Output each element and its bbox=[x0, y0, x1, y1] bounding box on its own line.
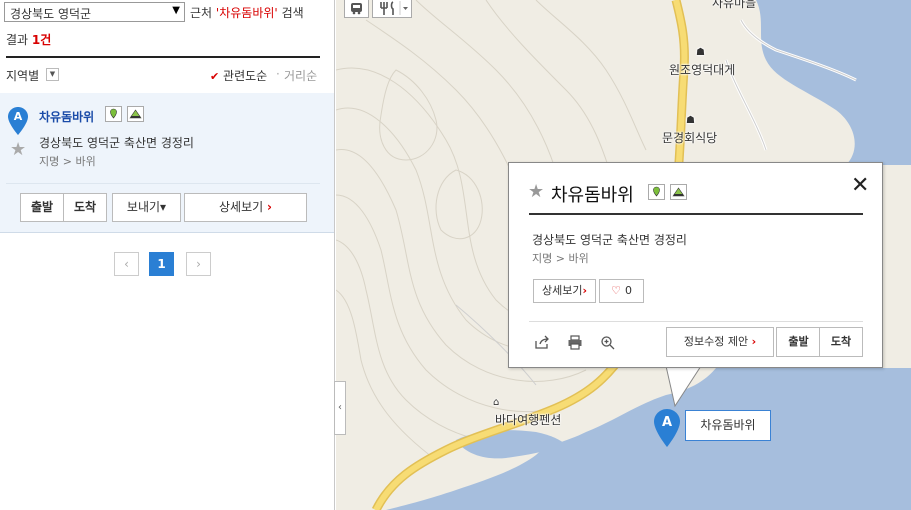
popup-badges bbox=[648, 184, 688, 200]
pin-letter: A bbox=[662, 415, 672, 430]
region-select-value: 경상북도 영덕군 bbox=[10, 7, 92, 21]
detail-button[interactable]: 상세보기 › bbox=[184, 193, 307, 222]
collapse-sidebar-button[interactable]: ‹ bbox=[334, 381, 346, 435]
popup-detail-label: 상세보기 bbox=[541, 284, 583, 297]
result-address: 경상북도 영덕군 축산면 경정리 bbox=[39, 136, 194, 150]
divider bbox=[6, 56, 320, 58]
chevron-right-icon: › bbox=[751, 335, 757, 348]
suggest-edit-button[interactable]: 정보수정 제안 › bbox=[666, 327, 774, 357]
popup-detail-button[interactable]: 상세보기› bbox=[533, 279, 596, 303]
send-button-label: 보내기 bbox=[126, 200, 161, 214]
zoom-in-icon[interactable] bbox=[599, 335, 617, 351]
next-page-button[interactable]: › bbox=[186, 252, 211, 276]
rock-badge-icon bbox=[126, 106, 144, 122]
check-icon: ✔ bbox=[210, 70, 220, 83]
popup-category: 지명 > 바위 bbox=[532, 252, 589, 265]
heart-icon: ♡ bbox=[611, 284, 621, 297]
result-item[interactable]: A ★ 차유돔바위 경상북도 영덕군 축산면 경정리 지명 > 바위 출발 도착… bbox=[0, 93, 334, 233]
chevron-right-icon: › bbox=[582, 284, 588, 297]
location-badge-icon bbox=[105, 106, 122, 122]
prev-page-button[interactable]: ‹ bbox=[114, 252, 139, 276]
place-info-popup: ★ 차유돔바위 ✕ 경상북도 영덕군 축산면 경정리 지명 > 바위 상세보기›… bbox=[508, 162, 883, 368]
share-icon[interactable] bbox=[533, 335, 551, 351]
marker-letter: A bbox=[14, 110, 23, 123]
region-select[interactable]: 경상북도 영덕군 ▼ bbox=[4, 2, 185, 22]
region-filter-label[interactable]: 지역별 bbox=[6, 67, 39, 84]
map-label-village: 사유마을 bbox=[712, 0, 757, 10]
chevron-left-icon: ‹ bbox=[338, 402, 342, 413]
map-pin-a-icon[interactable]: A bbox=[654, 409, 680, 447]
dropdown-icon bbox=[403, 7, 408, 10]
result-label: 결과 bbox=[6, 33, 29, 47]
start-button[interactable]: 출발 bbox=[20, 193, 64, 222]
restaurant-filter-button[interactable] bbox=[372, 0, 412, 18]
favorite-star-icon[interactable]: ★ bbox=[10, 139, 26, 160]
result-category: 지명 > 바위 bbox=[39, 155, 96, 168]
select-arrow-icon: ▼ bbox=[172, 5, 180, 16]
result-count-line: 결과 1건 bbox=[6, 31, 51, 48]
bus-filter-button[interactable] bbox=[344, 0, 369, 18]
marker-a-icon: A bbox=[8, 107, 28, 135]
restaurant-icon bbox=[380, 1, 408, 15]
popup-tail bbox=[665, 366, 702, 408]
search-keyword: '차유돔바위' bbox=[215, 6, 278, 20]
filter-bar: 지역별 ▼ ✔ 관련도순 · 거리순 bbox=[6, 67, 320, 85]
like-count: 0 bbox=[624, 284, 632, 297]
close-icon[interactable]: ✕ bbox=[851, 175, 869, 197]
print-icon[interactable] bbox=[566, 335, 584, 351]
sort-relevance[interactable]: ✔ 관련도순 bbox=[210, 67, 267, 84]
chevron-right-icon: › bbox=[267, 200, 272, 214]
restaurant-icon: ☗ bbox=[686, 115, 695, 126]
search-summary: 근처 '차유돔바위' 검색 bbox=[190, 4, 304, 21]
rock-badge-icon bbox=[669, 184, 687, 200]
popup-start-button[interactable]: 출발 bbox=[776, 327, 821, 357]
popup-address: 경상북도 영덕군 축산면 경정리 bbox=[532, 233, 687, 247]
result-badges bbox=[105, 106, 145, 122]
pin-label[interactable]: 차유돔바위 bbox=[685, 410, 771, 441]
sort-relevance-label: 관련도순 bbox=[223, 69, 268, 83]
result-title[interactable]: 차유돔바위 bbox=[39, 108, 94, 125]
lodging-icon: ⌂ bbox=[493, 397, 500, 408]
search-sidebar: 경상북도 영덕군 ▼ 근처 '차유돔바위' 검색 결과 1건 지역별 ▼ ✔ 관… bbox=[0, 0, 335, 510]
suggest-edit-label: 정보수정 제안 bbox=[683, 335, 749, 348]
arrival-button[interactable]: 도착 bbox=[63, 193, 107, 222]
bus-icon bbox=[351, 3, 362, 15]
sort-separator: · bbox=[276, 67, 280, 81]
like-button[interactable]: ♡ 0 bbox=[599, 279, 644, 303]
page-1-button[interactable]: 1 bbox=[149, 252, 174, 276]
popup-divider bbox=[529, 213, 863, 215]
detail-button-label: 상세보기 bbox=[219, 200, 264, 214]
region-filter-dropdown-icon[interactable]: ▼ bbox=[46, 68, 59, 81]
popup-title: 차유돔바위 bbox=[551, 185, 634, 206]
location-badge-icon bbox=[648, 184, 665, 200]
result-count: 1건 bbox=[31, 33, 52, 47]
map-label-pension[interactable]: 바다여행펜션 bbox=[495, 411, 561, 428]
map-label-restaurant1[interactable]: 원조영덕대게 bbox=[669, 61, 735, 78]
sort-distance[interactable]: 거리순 bbox=[284, 67, 317, 84]
send-button[interactable]: 보내기▾ bbox=[112, 193, 181, 222]
chevron-down-icon: ▾ bbox=[160, 200, 167, 214]
result-divider bbox=[6, 183, 320, 184]
popup-divider-2 bbox=[529, 321, 863, 322]
restaurant-icon: ☗ bbox=[696, 47, 705, 58]
favorite-star-icon[interactable]: ★ bbox=[528, 181, 544, 202]
near-label: 근처 bbox=[190, 6, 213, 20]
popup-arrival-button[interactable]: 도착 bbox=[819, 327, 863, 357]
map-label-restaurant2[interactable]: 문경회식당 bbox=[662, 129, 717, 146]
search-word: 검색 bbox=[281, 6, 304, 20]
